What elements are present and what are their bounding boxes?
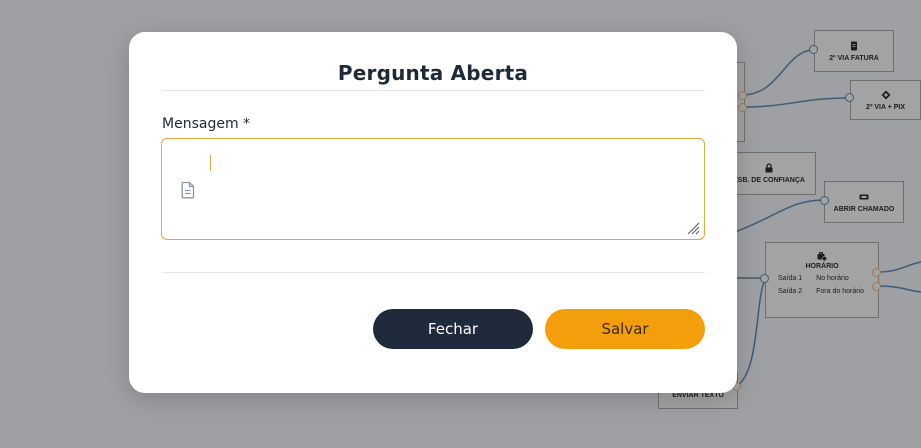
exit-label: Saída 2 <box>778 288 803 295</box>
message-input[interactable] <box>162 139 704 239</box>
horario-row: Saída 1 No horário <box>766 272 878 285</box>
node-input-handle[interactable] <box>820 196 829 205</box>
header-divider <box>162 90 705 91</box>
node-abrir-chamado[interactable]: ABRIR CHAMADO <box>824 181 904 223</box>
pix-icon <box>881 90 890 99</box>
node-2via-pix[interactable]: 2º VIA + PIX <box>850 80 921 120</box>
message-label: Mensagem * <box>162 116 251 132</box>
node-horario[interactable]: HORÁRIO Saída 1 No horário Saída 2 Fora … <box>765 242 879 318</box>
message-field[interactable] <box>161 138 705 240</box>
node-input-handle[interactable] <box>845 93 854 102</box>
node-label: 2º VIA FATURA <box>829 54 879 62</box>
node-output-handle[interactable] <box>738 103 747 112</box>
document-icon <box>181 181 195 199</box>
exit-value: No horário <box>816 275 849 282</box>
node-label: ESB. DE CONFIANÇA <box>733 177 805 184</box>
modal-title: Pergunta Aberta <box>337 61 529 85</box>
node-input-handle[interactable] <box>809 45 818 54</box>
ticket-icon <box>859 194 869 199</box>
save-button[interactable]: Salvar <box>545 309 705 349</box>
footer-divider <box>162 272 705 273</box>
node-label: ENVIAR TEXTO <box>672 392 724 399</box>
node-output-handle[interactable] <box>872 268 881 277</box>
node-label: HORÁRIO <box>805 263 839 270</box>
resize-handle-icon[interactable] <box>686 221 700 235</box>
node-label: ABRIR CHAMADO <box>833 205 895 213</box>
node-2via-fatura[interactable]: 2º VIA FATURA <box>814 30 894 72</box>
text-caret <box>210 155 211 171</box>
node-input-handle[interactable] <box>760 274 769 283</box>
invoice-icon <box>851 41 857 50</box>
unlock-icon <box>765 163 773 173</box>
node-output-handle[interactable] <box>738 91 747 100</box>
exit-value: Fora do horário <box>816 288 864 295</box>
close-button[interactable]: Fechar <box>373 309 533 349</box>
node-output-handle[interactable] <box>872 282 881 291</box>
business-time-icon <box>817 252 827 261</box>
exit-label: Saída 1 <box>778 275 803 282</box>
node-label: 2º VIA + PIX <box>865 103 906 111</box>
horario-row: Saída 2 Fora do horário <box>766 285 878 298</box>
question-modal: Pergunta Aberta Mensagem * Fechar Salvar <box>129 32 737 393</box>
